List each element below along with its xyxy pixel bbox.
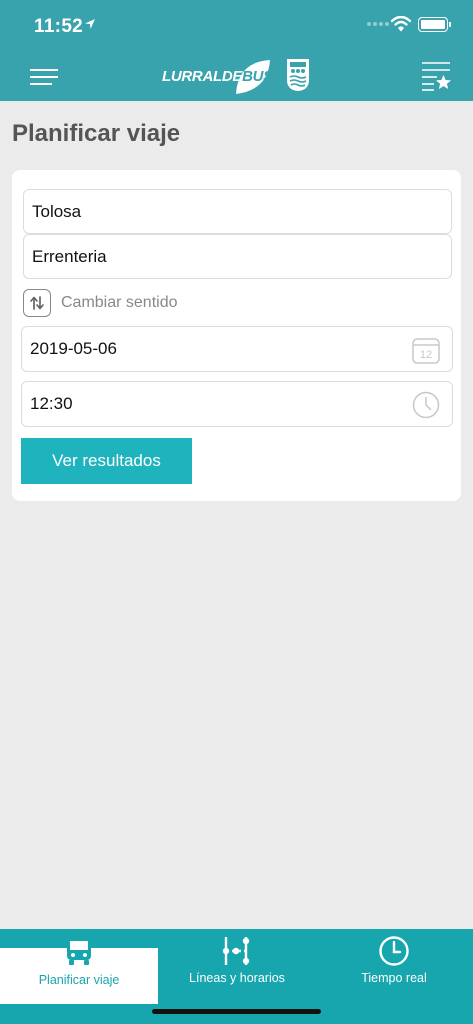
hamburger-icon-line [30,76,58,78]
tab-lines-schedules[interactable]: Líneas y horarios [158,929,316,1004]
origin-input[interactable]: Tolosa [23,189,452,234]
wifi-icon [390,15,412,37]
date-value: 2019-05-06 [30,339,117,358]
favorites-list-icon [422,62,451,91]
bus-icon [65,935,93,967]
route-lines-icon [221,935,253,967]
top-bar: 11:52 LURRALDEBUS [0,0,473,101]
destination-input[interactable]: Errenteria [23,234,452,279]
swap-arrows-icon [23,289,51,317]
swap-direction-button[interactable]: Cambiar sentido [23,289,178,317]
swap-direction-label: Cambiar sentido [61,294,178,311]
status-time: 11:52 [34,16,84,37]
tab-label: Líneas y horarios [189,971,285,985]
trip-planner-card: Tolosa Errenteria Cambiar sentido 2019-0… [12,170,461,501]
battery-icon [418,17,451,32]
clock-icon [412,391,440,424]
tab-real-time[interactable]: Tiempo real [315,929,473,1004]
lurraldebus-logo: LURRALDEBUS [162,56,273,96]
home-indicator [152,1009,321,1014]
menu-button[interactable] [30,66,60,88]
logo-text-suffix: BUS [242,68,273,85]
tab-plan-trip[interactable]: Planificar viaje [0,937,158,1004]
tab-label: Planificar viaje [38,973,120,987]
favorites-button[interactable] [420,60,452,97]
see-results-button[interactable]: Ver resultados [21,438,192,484]
hamburger-icon-line [30,83,52,85]
date-field[interactable]: 2019-05-06 12 [21,326,453,372]
tab-label: Tiempo real [361,971,427,985]
clock-icon [378,935,410,967]
app-header: LURRALDEBUS [0,52,473,101]
calendar-icon-day: 12 [420,349,432,361]
logo-text: LURRALDE [162,68,243,85]
status-bar: 11:52 [0,0,473,52]
calendar-icon: 12 [412,336,440,369]
time-field[interactable]: 12:30 [21,381,453,427]
time-value: 12:30 [30,394,73,413]
gipuzkoa-shield-icon [286,58,310,97]
location-arrow-icon [84,17,96,35]
hamburger-icon [30,69,58,71]
signal-icon [367,22,389,26]
page-title: Planificar viaje [12,120,181,147]
